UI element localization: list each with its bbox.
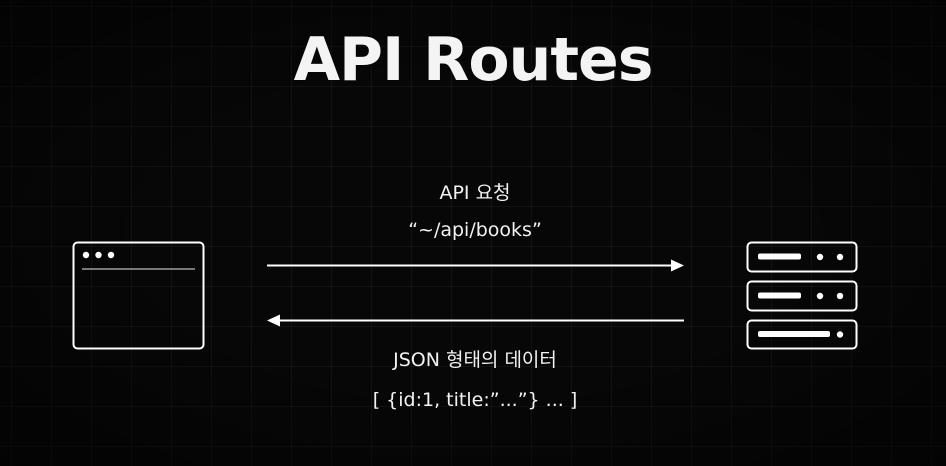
server-stack-icon (746, 241, 858, 350)
request-arrow (267, 259, 684, 272)
browser-window-icon (72, 241, 205, 350)
response-arrow (267, 314, 684, 327)
diagram-canvas: API Routes API 요청 “~/api/books” JSON 형태의… (0, 0, 946, 466)
diagram-graphics (72, 241, 858, 350)
